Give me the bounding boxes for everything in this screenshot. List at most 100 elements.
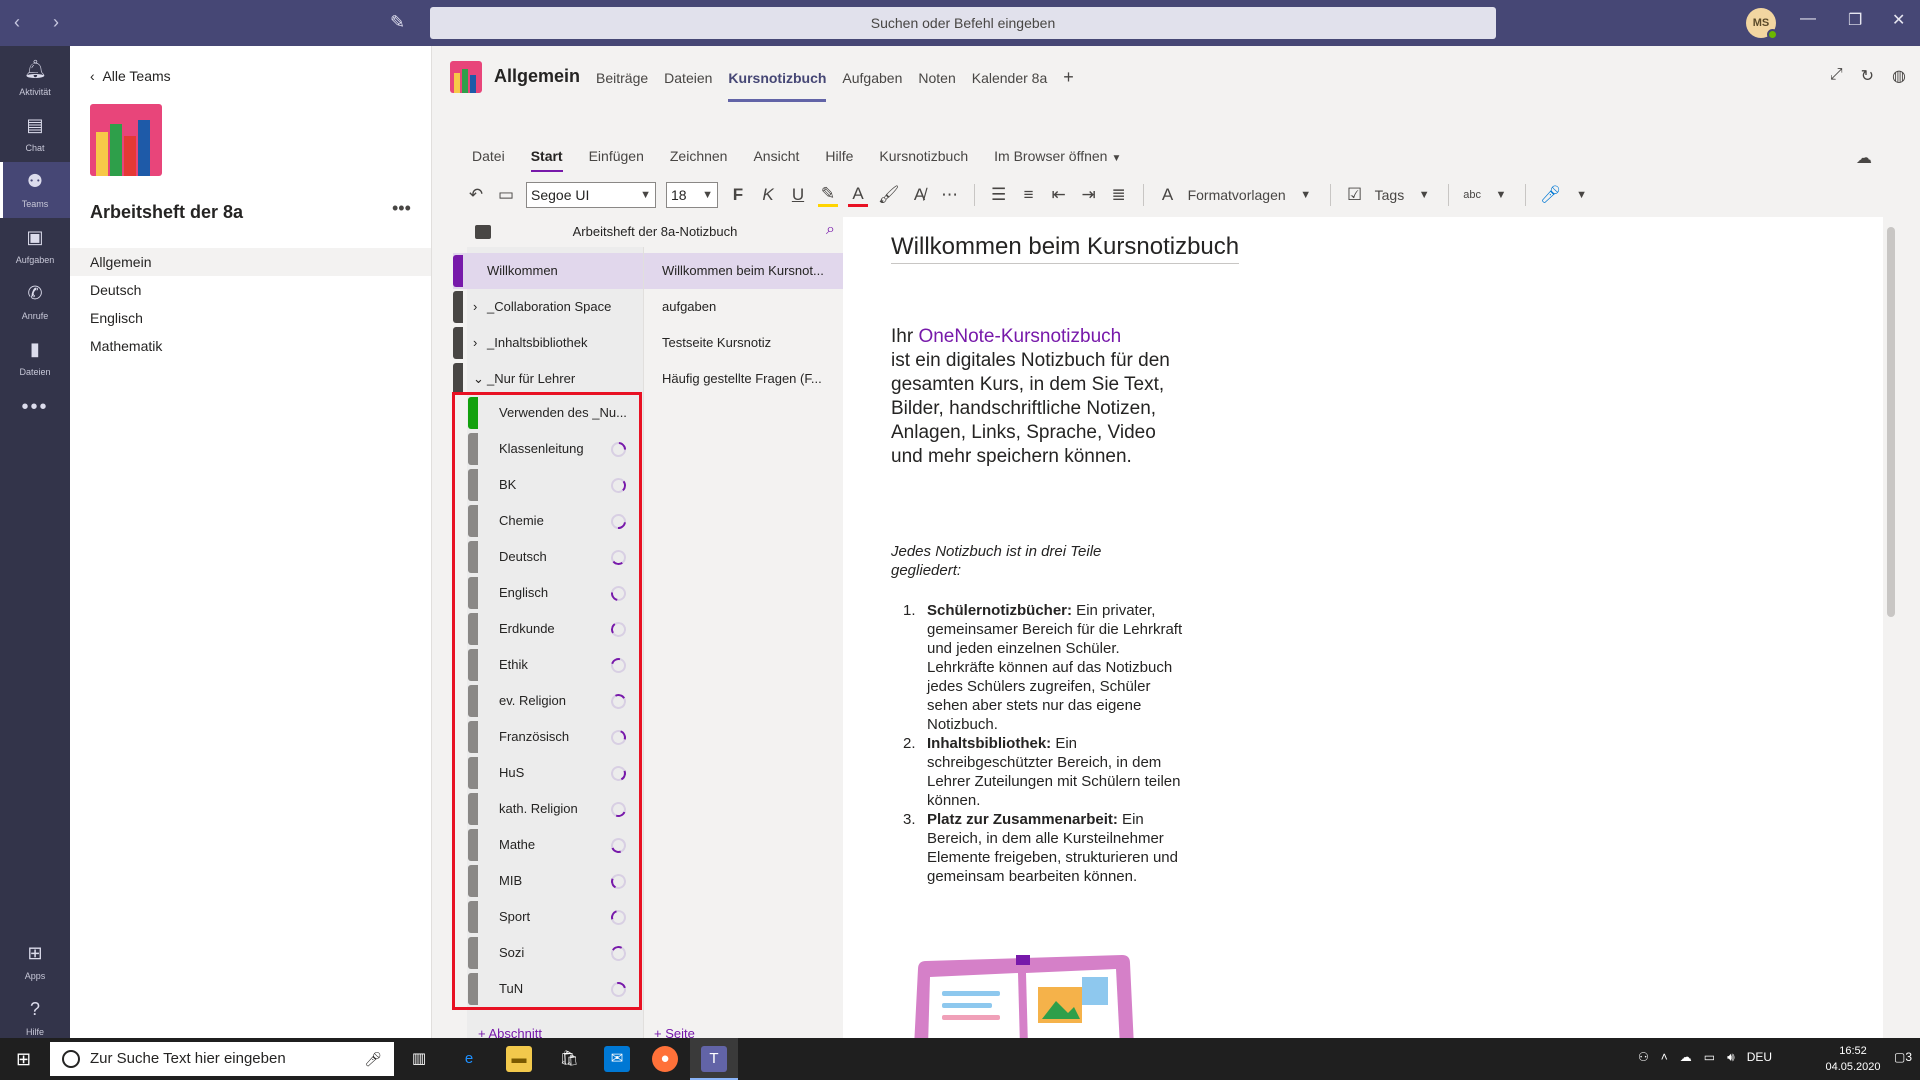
menu-file[interactable]: Datei	[472, 148, 505, 172]
font-color-icon[interactable]: A	[848, 184, 868, 207]
vertical-scrollbar[interactable]	[1883, 217, 1900, 1038]
windows-start-icon[interactable]: ⊞	[16, 1049, 31, 1070]
italic-button[interactable]: K	[758, 185, 778, 205]
menu-class-notebook[interactable]: Kursnotizbuch	[879, 148, 968, 172]
section-item[interactable]: Willkommen	[453, 253, 643, 289]
menu-insert[interactable]: Einfügen	[589, 148, 644, 172]
page-item[interactable]: aufgaben	[644, 289, 844, 325]
formatting-toolbar: ↶ ▭ Segoe UI ▼ 18 ▼ F K U ✎ A 🖌︎ A̸ ⋯ ☰ ≡ …	[466, 180, 1896, 210]
refresh-icon[interactable]: ↻	[1861, 66, 1874, 86]
channel-item[interactable]: Allgemein	[70, 248, 431, 276]
font-name-select[interactable]: Segoe UI ▼	[526, 182, 656, 208]
more-apps-icon[interactable]: •••	[0, 396, 70, 419]
volume-icon[interactable]: 🔊︎	[1727, 1050, 1735, 1065]
tag-icon[interactable]: ☑	[1345, 185, 1365, 205]
language-indicator[interactable]: DEU	[1747, 1050, 1772, 1065]
paste-icon[interactable]: ▭	[496, 185, 516, 205]
rail-item-apps[interactable]: ⊞ Apps	[0, 934, 70, 990]
channel-item[interactable]: Englisch	[70, 304, 431, 332]
format-painter-icon[interactable]: 🖌︎	[878, 185, 900, 205]
chevron-up-icon[interactable]: ˄	[1661, 1050, 1668, 1065]
undo-icon[interactable]: ↶	[466, 185, 486, 205]
bullet-list-icon[interactable]: ☰	[989, 185, 1009, 205]
bold-button[interactable]: F	[728, 185, 748, 205]
globe-icon[interactable]: ◍	[1892, 66, 1906, 86]
network-icon[interactable]: ▭	[1704, 1050, 1715, 1065]
rail-item-calls[interactable]: ✆ Anrufe	[0, 274, 70, 330]
search-input[interactable]: Suchen oder Befehl eingeben	[430, 7, 1496, 39]
section-item[interactable]: › _Collaboration Space	[453, 289, 643, 325]
menu-view[interactable]: Ansicht	[753, 148, 799, 172]
tab-grades[interactable]: Noten	[918, 70, 955, 102]
clock[interactable]: 16:52 04.05.2020	[1820, 1043, 1886, 1075]
edge-icon[interactable]: e	[456, 1046, 482, 1072]
numbered-list-icon[interactable]: ≡	[1019, 185, 1039, 205]
menu-help[interactable]: Hilfe	[825, 148, 853, 172]
page-item[interactable]: Häufig gestellte Fragen (F...	[644, 361, 844, 397]
open-in-browser-button[interactable]: Im Browser öffnen ▼	[994, 148, 1121, 172]
teams-taskbar-icon[interactable]: T	[701, 1046, 727, 1072]
styles-button[interactable]: Formatvorlagen	[1188, 187, 1286, 203]
close-icon[interactable]: ✕	[1892, 10, 1905, 30]
chevron-down-icon[interactable]: ▼	[1296, 189, 1316, 201]
avatar[interactable]: MS	[1746, 8, 1778, 40]
rail-item-files[interactable]: ▮ Dateien	[0, 330, 70, 386]
page-canvas[interactable]: Willkommen beim Kursnotizbuch Ihr OneNot…	[843, 217, 1883, 1038]
channel-item[interactable]: Mathematik	[70, 332, 431, 360]
increase-indent-icon[interactable]: ⇥	[1079, 185, 1099, 205]
styles-icon[interactable]: A	[1158, 185, 1178, 205]
compose-icon[interactable]: ✎	[390, 12, 412, 34]
onedrive-icon[interactable]: ☁	[1680, 1050, 1692, 1065]
taskbar-search-input[interactable]: Zur Suche Text hier eingeben 🎤︎	[50, 1042, 394, 1076]
spelling-button[interactable]: abc	[1463, 189, 1481, 201]
chevron-down-icon[interactable]: ▼	[1572, 189, 1592, 201]
rail-item-teams[interactable]: ⚉ Teams	[0, 162, 70, 218]
rail-item-chat[interactable]: ▤ Chat	[0, 106, 70, 162]
file-explorer-icon[interactable]: ▬	[506, 1046, 532, 1072]
tab-class-notebook[interactable]: Kursnotizbuch	[728, 70, 827, 102]
mail-icon[interactable]: ✉	[604, 1046, 630, 1072]
highlight-icon[interactable]: ✎	[818, 184, 838, 207]
chevron-right-icon[interactable]: ›	[473, 325, 477, 361]
expand-icon[interactable]: ⤢	[1830, 66, 1843, 86]
add-tab-icon[interactable]: +	[1063, 67, 1074, 102]
clear-format-icon[interactable]: A̸	[910, 185, 930, 205]
decrease-indent-icon[interactable]: ⇤	[1049, 185, 1069, 205]
mic-icon[interactable]: 🎤︎	[364, 1042, 382, 1076]
rail-item-assignments[interactable]: ▣ Aufgaben	[0, 218, 70, 274]
more-options-icon[interactable]: •••	[392, 198, 411, 219]
back-to-teams-link[interactable]: ‹ Alle Teams	[90, 68, 171, 84]
people-icon[interactable]: ⚇	[1638, 1050, 1649, 1065]
menu-draw[interactable]: Zeichnen	[670, 148, 728, 172]
rail-item-activity[interactable]: 🔔︎ Aktivität	[0, 50, 70, 106]
task-view-icon[interactable]: ▥	[406, 1046, 432, 1072]
sync-status-icon[interactable]: ☁	[1856, 148, 1872, 168]
store-icon[interactable]: 🛍︎	[556, 1046, 582, 1072]
page-item[interactable]: Willkommen beim Kursnot...	[644, 253, 844, 289]
maximize-icon[interactable]: ❐	[1848, 10, 1862, 30]
chevron-down-icon[interactable]: ▼	[1491, 189, 1511, 201]
tags-button[interactable]: Tags	[1375, 187, 1405, 203]
section-item[interactable]: › _Inhaltsbibliothek	[453, 325, 643, 361]
font-size-select[interactable]: 18 ▼	[666, 182, 718, 208]
tab-files[interactable]: Dateien	[664, 70, 712, 102]
back-forward-icon[interactable]: ‹ ›	[14, 12, 73, 33]
underline-button[interactable]: U	[788, 185, 808, 205]
search-icon[interactable]: ⌕	[826, 221, 835, 239]
chevron-down-icon[interactable]: ▼	[1414, 189, 1434, 201]
page-item[interactable]: Testseite Kursnotiz	[644, 325, 844, 361]
align-icon[interactable]: ≣	[1109, 185, 1129, 205]
dictate-mic-icon[interactable]: 🎤︎	[1540, 185, 1562, 205]
more-icon[interactable]: ⋯	[940, 185, 960, 205]
menu-home[interactable]: Start	[530, 148, 563, 172]
channel-item[interactable]: Deutsch	[70, 276, 431, 304]
tab-posts[interactable]: Beiträge	[596, 70, 648, 102]
notification-center-icon[interactable]: ▢3	[1894, 1050, 1912, 1064]
minimize-icon[interactable]: —	[1800, 10, 1816, 28]
tab-calendar[interactable]: Kalender 8a	[972, 70, 1048, 102]
onenote-link[interactable]: OneNote-Kursnotizbuch	[918, 326, 1121, 347]
tab-assignments[interactable]: Aufgaben	[842, 70, 902, 102]
scrollbar-thumb[interactable]	[1887, 227, 1895, 617]
firefox-icon[interactable]: ●	[652, 1046, 678, 1072]
chevron-right-icon[interactable]: ›	[473, 289, 477, 325]
